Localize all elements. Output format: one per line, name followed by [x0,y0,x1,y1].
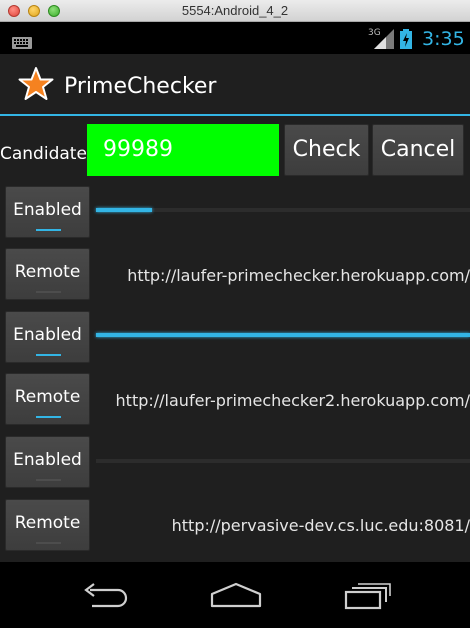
check-button[interactable]: Check [284,124,369,176]
remote-toggle-1[interactable]: Remote [5,248,90,300]
remote-url-3: http://pervasive-dev.cs.luc.edu:8081/ [171,516,470,535]
candidate-input[interactable]: 99989 [87,124,279,176]
back-icon[interactable] [80,582,130,612]
remote-toggle-3[interactable]: Remote [5,499,90,551]
progress-fill [96,333,470,337]
home-icon[interactable] [209,582,263,612]
enabled-toggle-2[interactable]: Enabled [5,311,90,363]
progress-bar-2 [96,333,470,337]
enabled-toggle-1[interactable]: Enabled [5,186,90,238]
toggle-indicator [36,416,61,418]
remote-toggle-2[interactable]: Remote [5,373,90,425]
window-titlebar: 5554:Android_4_2 [0,0,470,22]
enabled-toggle-3[interactable]: Enabled [5,436,90,488]
status-clock: 3:35 [422,28,465,50]
star-icon [18,66,54,106]
keyboard-icon [12,34,32,53]
toggle-label: Enabled [13,200,82,220]
status-bar: 3G 3:35 [0,22,470,54]
navigation-bar [0,562,470,628]
battery-icon [400,29,412,53]
app-title: PrimeChecker [64,74,217,99]
network-type: 3G [368,28,381,38]
toggle-label: Remote [14,262,81,282]
remote-url-1: http://laufer-primechecker.herokuapp.com… [127,266,470,285]
toggle-indicator [36,542,61,544]
toggle-label: Enabled [13,450,82,470]
toggle-label: Remote [14,387,81,407]
signal-icon: 3G [368,27,396,55]
action-bar: PrimeChecker [0,54,470,116]
progress-fill [96,208,153,212]
toggle-indicator [36,229,61,231]
candidate-label: Candidate: [0,144,93,164]
toggle-indicator [36,479,61,481]
progress-bar-3 [96,459,470,463]
remote-url-2: http://laufer-primechecker2.herokuapp.co… [115,391,470,410]
window-title: 5554:Android_4_2 [181,3,289,18]
toggle-label: Enabled [13,325,82,345]
main-content: Candidate: 99989 Check Cancel Enabled Re… [0,116,470,562]
progress-bar-1 [96,208,470,212]
toggle-indicator [36,354,61,356]
toggle-indicator [36,291,61,293]
recent-apps-icon[interactable] [342,582,392,614]
cancel-button[interactable]: Cancel [372,124,464,176]
toggle-label: Remote [14,513,81,533]
